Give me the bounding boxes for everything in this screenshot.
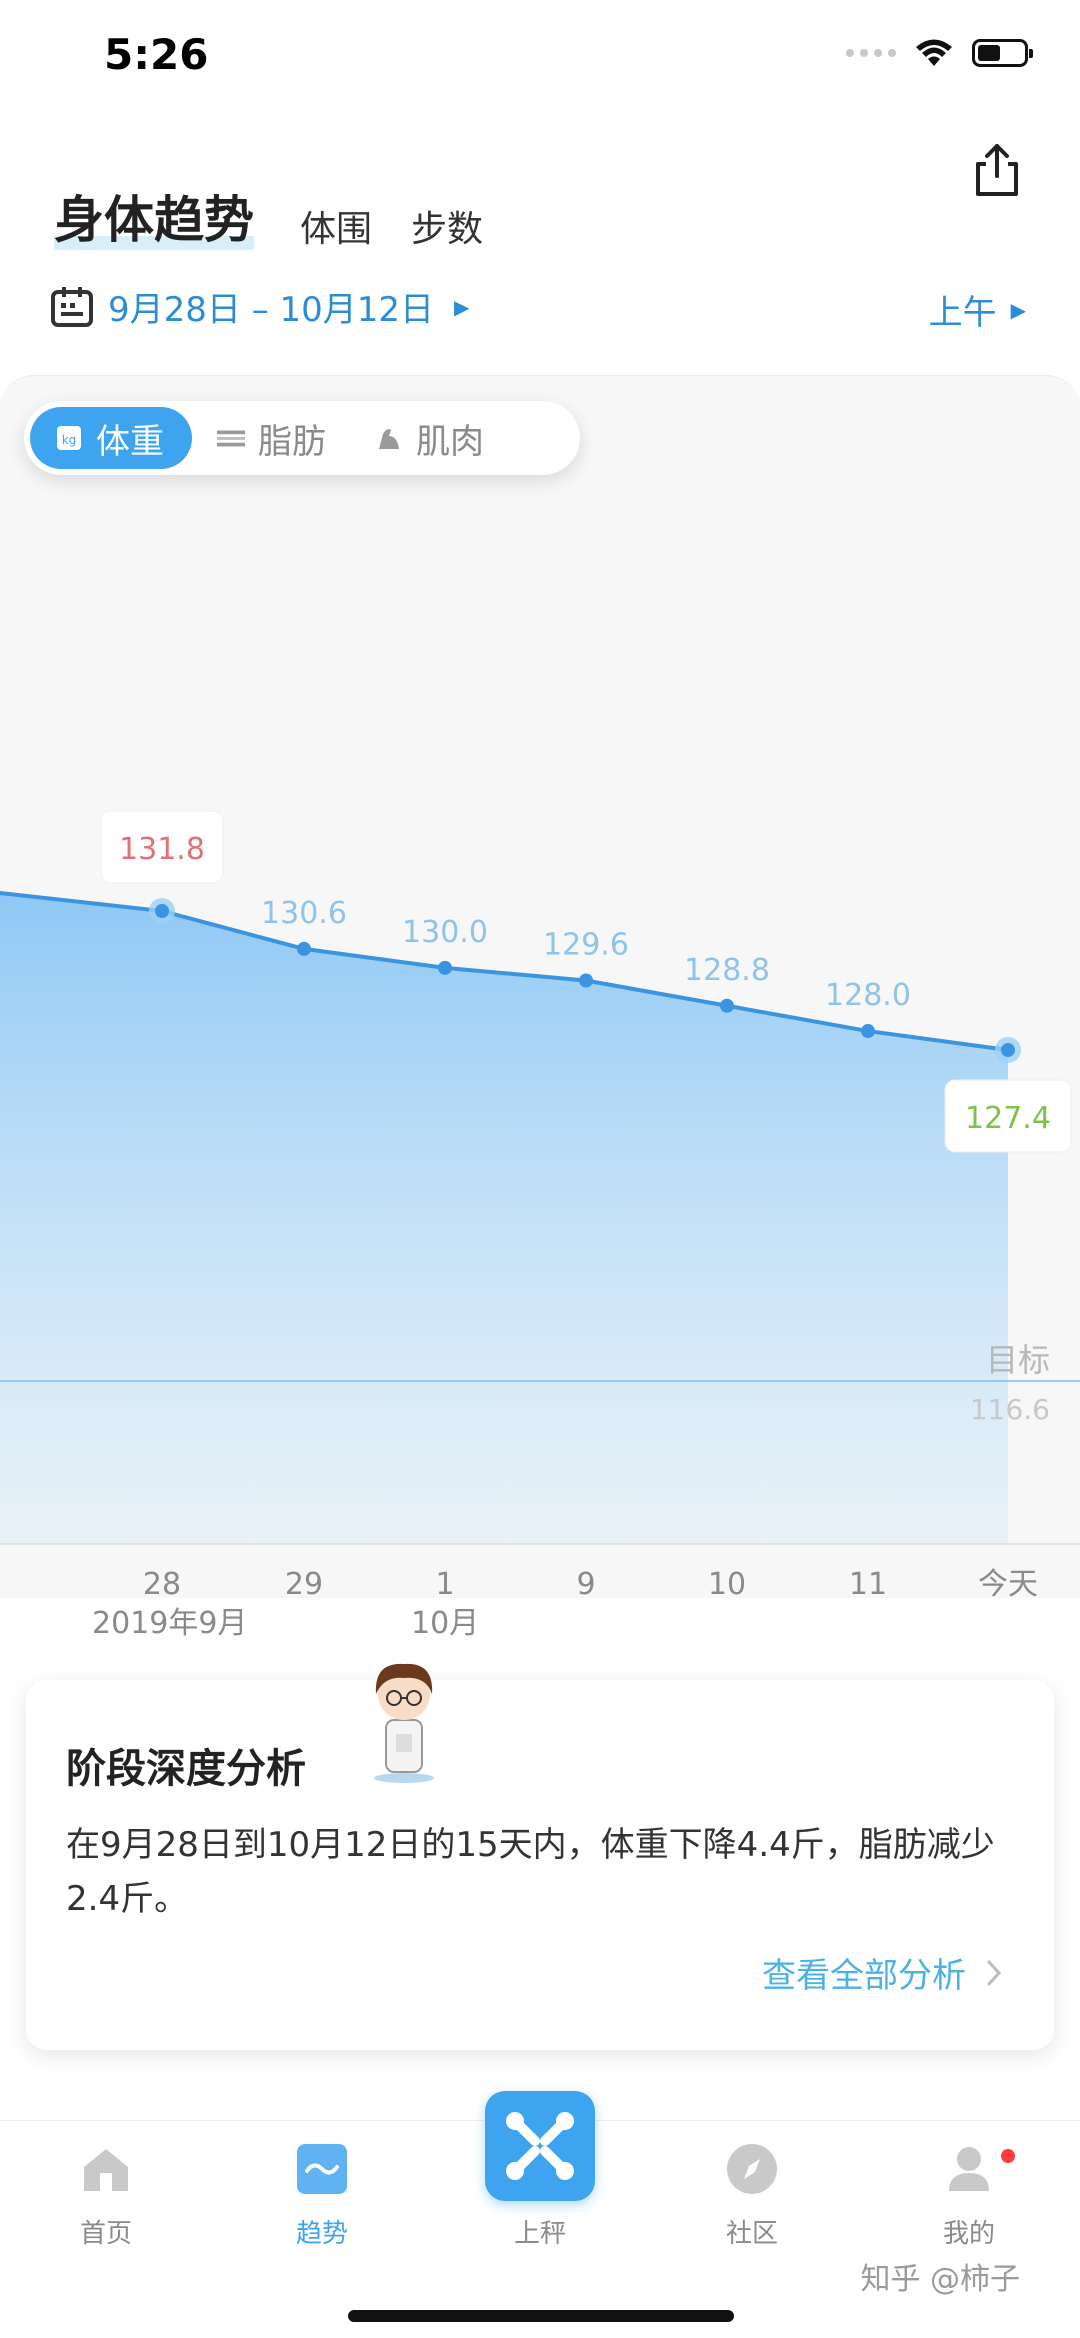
weigh-button[interactable]: [485, 2091, 595, 2201]
month-label-oct: 10月: [411, 1606, 480, 1641]
profile-icon: [949, 2147, 989, 2191]
date-range-selector[interactable]: 9月28日 – 10月12日 ▶: [50, 282, 469, 331]
home-indicator: [348, 2310, 734, 2322]
x-tick-label: 9: [576, 1567, 595, 1598]
target-value: 116.6: [970, 1393, 1050, 1426]
analysis-card: 阶段深度分析 在9月28日到10月12日的15天内，体重下降4.4斤，脂肪减少2…: [26, 1663, 1054, 2050]
status-time: 5:26: [104, 30, 209, 79]
data-label: 129.6: [543, 928, 629, 963]
wifi-icon: [916, 39, 952, 66]
data-point: [1001, 1043, 1015, 1057]
nav-label: 首页: [79, 2219, 132, 2249]
battery-icon: [972, 39, 1033, 67]
chart-card: 目标 116.6 131.8 28 130.6 29 130.0 1 129.6 9 128.8 10…: [0, 375, 1080, 1598]
weight-trend-chart: 目标 116.6 131.8 28 130.6 29 130.0 1 129.6 9 128.8 10…: [0, 810, 1080, 1598]
trend-icon: [297, 2144, 347, 2194]
period-label: 上午: [928, 293, 997, 333]
tab-steps[interactable]: 步数: [411, 200, 483, 252]
compass-icon: [727, 2144, 777, 2194]
metric-tabs: kg 体重 脂肪 肌肉: [24, 401, 580, 475]
data-label: 130.6: [261, 896, 347, 931]
x-tick-label: 1: [435, 1567, 454, 1598]
metric-tab-label: 脂肪: [258, 421, 326, 462]
share-icon[interactable]: [970, 142, 1024, 198]
view-all-analysis-label: 查看全部分析: [762, 1956, 966, 1996]
target-label: 目标: [986, 1341, 1050, 1379]
period-selector[interactable]: 上午 ▶: [929, 285, 1026, 334]
avatar-character-icon: [374, 1663, 434, 1783]
x-tick-label: 11: [849, 1567, 887, 1598]
watermark: 知乎 @柿子: [860, 2262, 1020, 2297]
calendar-icon: [51, 286, 93, 327]
nav-trend[interactable]: 趋势: [262, 2141, 382, 2250]
fat-icon: [216, 423, 246, 453]
analysis-title: 阶段深度分析: [66, 1746, 306, 1792]
status-icons: [846, 38, 1033, 68]
home-icon: [84, 2149, 128, 2191]
nav-profile[interactable]: 我的: [909, 2141, 1029, 2250]
nav-label: 趋势: [295, 2219, 348, 2249]
data-label: 127.4: [965, 1101, 1051, 1136]
data-point: [861, 1024, 875, 1039]
view-all-analysis-link[interactable]: 查看全部分析: [762, 1948, 1002, 1997]
metric-tab-muscle[interactable]: 肌肉: [350, 407, 508, 469]
page-title: 身体趋势: [54, 180, 254, 252]
nav-label: 社区: [725, 2219, 778, 2249]
nav-community[interactable]: 社区: [692, 2141, 812, 2250]
data-point: [438, 960, 452, 975]
data-label: 128.0: [825, 978, 911, 1013]
data-label: 128.8: [684, 953, 770, 988]
metric-tab-fat[interactable]: 脂肪: [192, 407, 350, 469]
data-label: 130.0: [402, 915, 488, 950]
data-point: [155, 904, 169, 918]
nav-label: 我的: [942, 2219, 995, 2249]
analysis-text: 在9月28日到10月12日的15天内，体重下降4.4斤，脂肪减少2.4斤。: [66, 1825, 995, 1919]
data-point: [720, 998, 734, 1013]
caret-right-icon: ▶: [1010, 297, 1026, 322]
metric-tab-label: 体重: [96, 421, 164, 462]
signal-icon: [846, 49, 896, 57]
x-tick-label: 10: [708, 1567, 746, 1598]
scale-icon: [506, 2112, 574, 2180]
nav-label: 上秤: [513, 2219, 566, 2249]
x-tick-label: 28: [143, 1567, 181, 1598]
data-label: 131.8: [119, 832, 205, 867]
muscle-icon: [374, 423, 404, 453]
date-range-label: 9月28日 – 10月12日: [108, 290, 435, 330]
x-tick-label: 今天: [978, 1567, 1038, 1598]
bottom-nav: 首页 趋势 上秤 社区 我的 知乎 @柿子: [0, 2091, 1080, 2338]
chevron-right-icon: [987, 1960, 1002, 1985]
caret-right-icon: ▶: [454, 294, 470, 319]
svg-text:kg: kg: [62, 433, 77, 447]
nav-home[interactable]: 首页: [46, 2141, 166, 2250]
x-tick-label: 29: [285, 1567, 323, 1598]
notification-dot: [1001, 2149, 1015, 2163]
tab-body-measure[interactable]: 体围: [300, 200, 372, 252]
data-point: [579, 973, 593, 988]
metric-tab-weight[interactable]: kg 体重: [30, 407, 192, 469]
weight-scale-icon: kg: [54, 423, 84, 453]
month-label-sep: 2019年9月: [92, 1606, 248, 1641]
data-point: [297, 941, 311, 956]
metric-tab-label: 肌肉: [416, 421, 484, 462]
